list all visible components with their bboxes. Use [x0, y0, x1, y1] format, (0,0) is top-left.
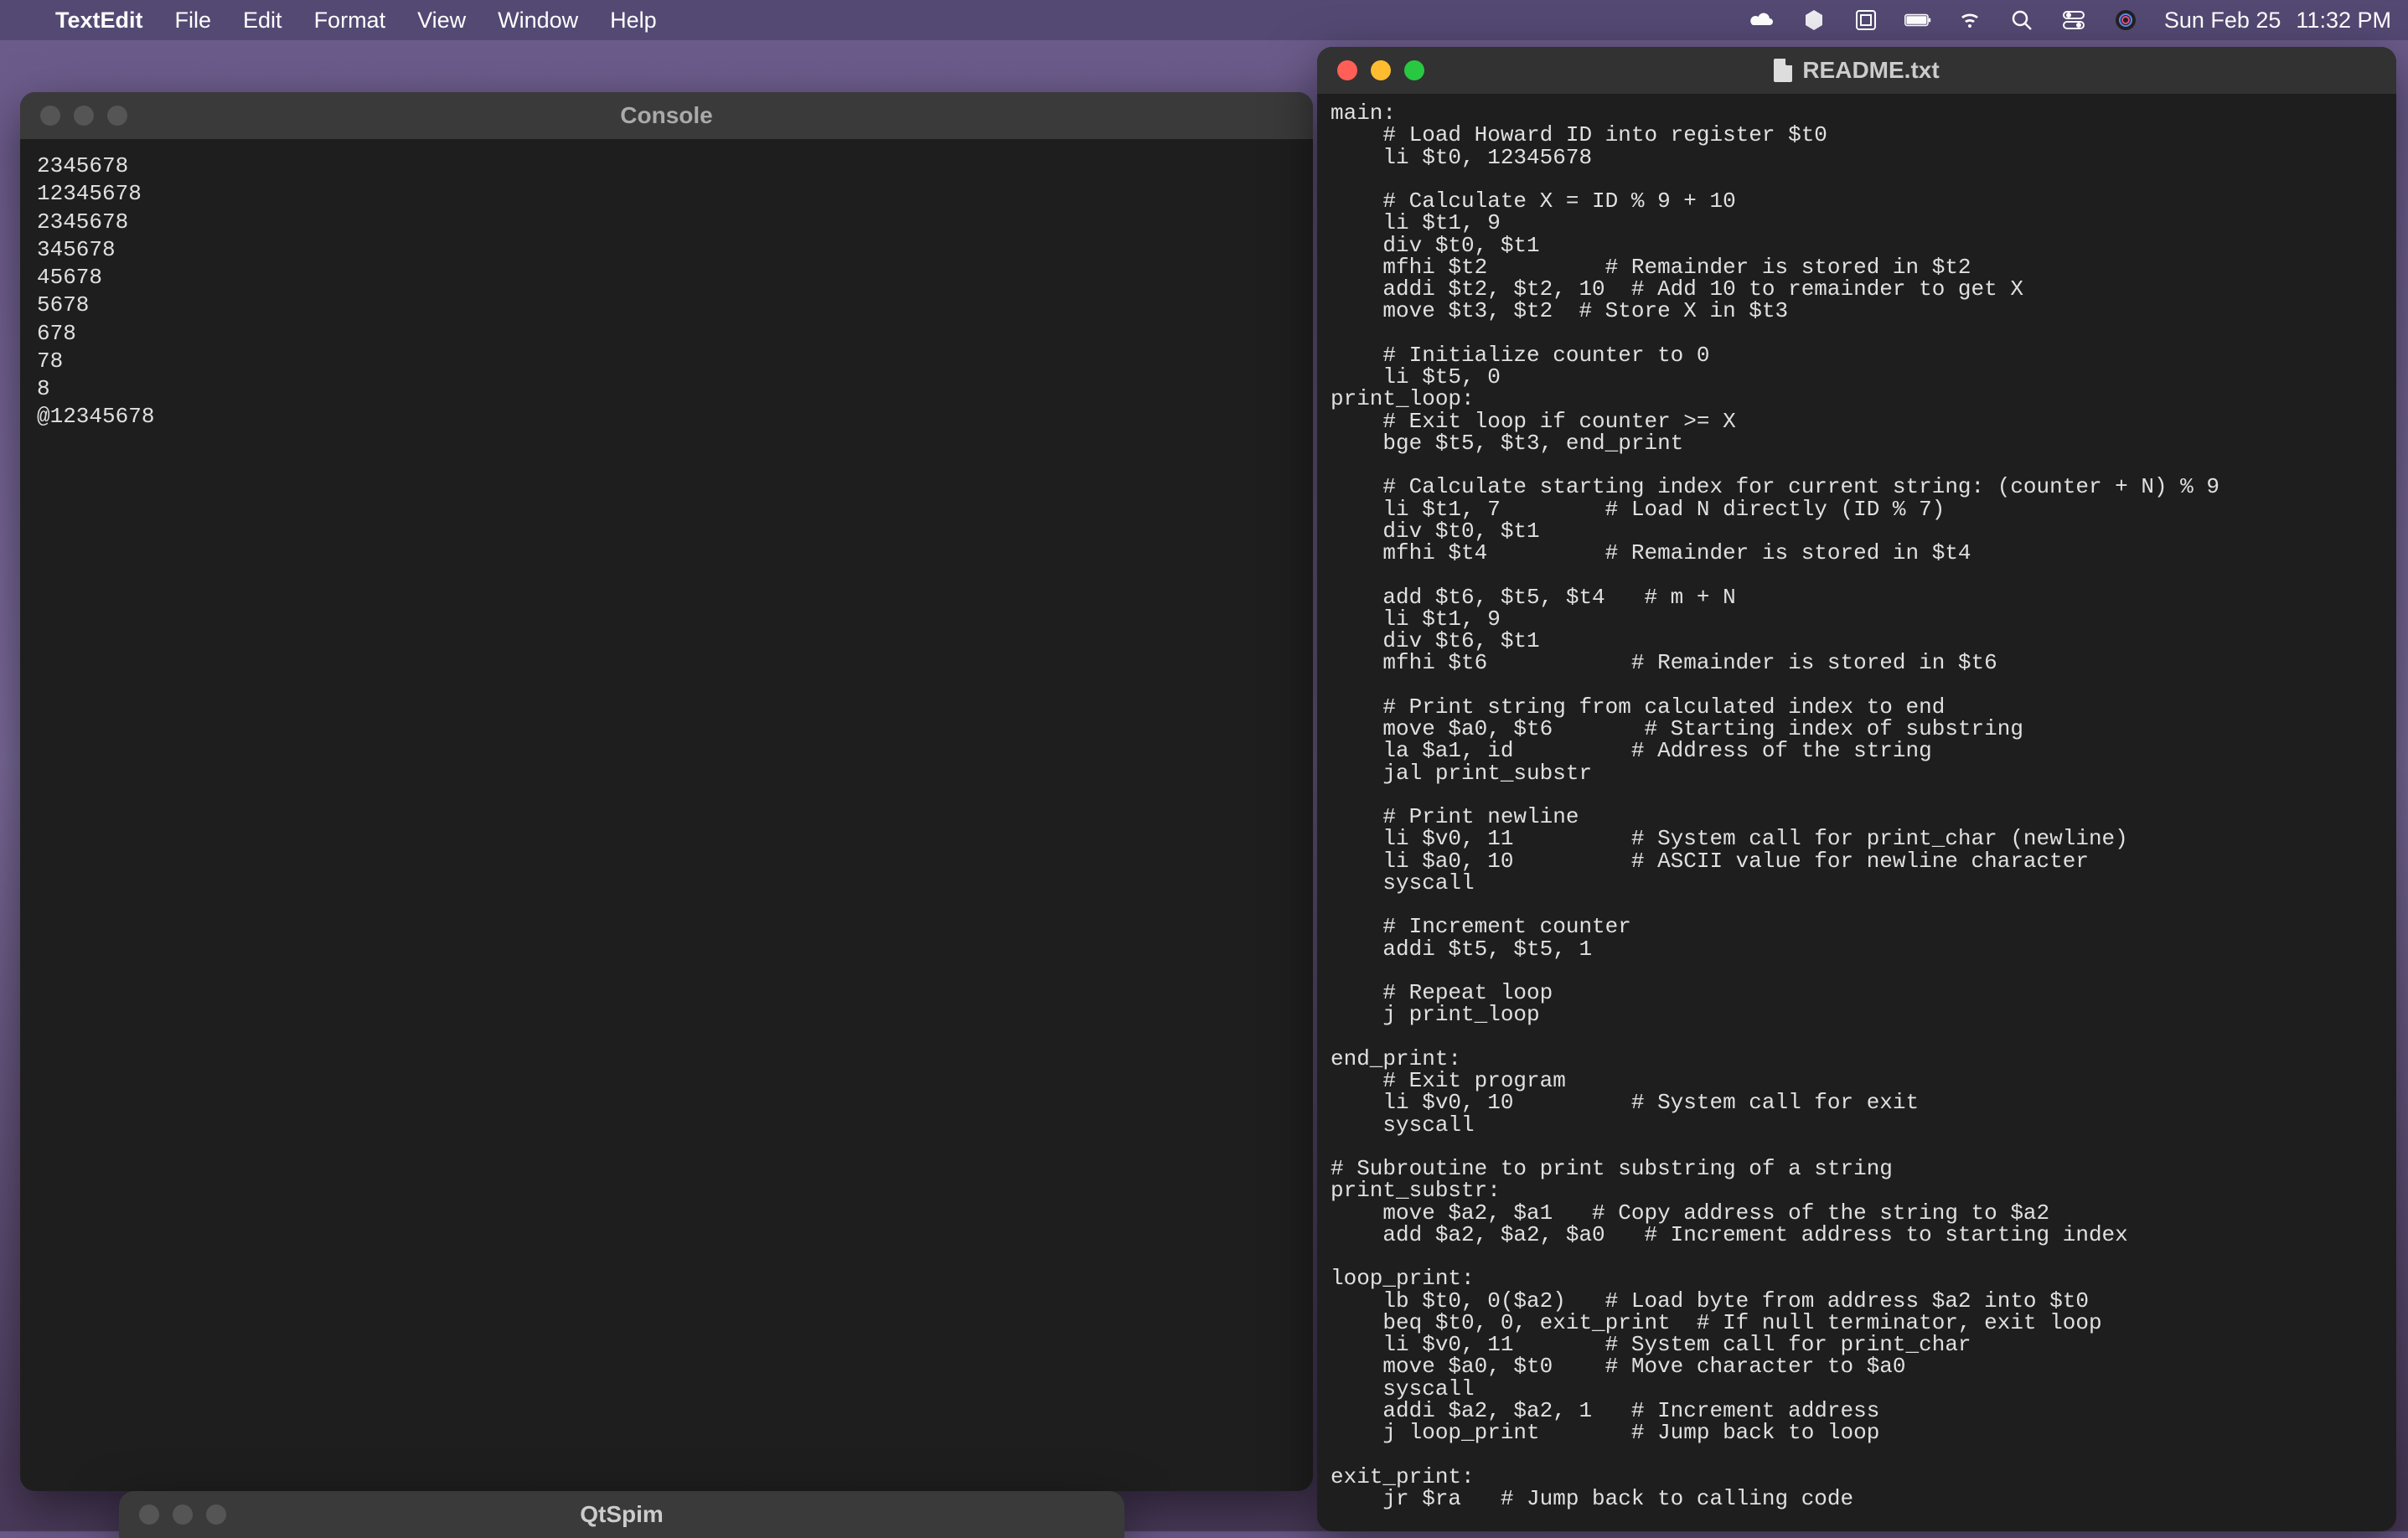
minimize-button[interactable] — [1371, 60, 1391, 80]
menu-file[interactable]: File — [175, 8, 212, 34]
textedit-titlebar[interactable]: README.txt — [1317, 47, 2396, 94]
close-button[interactable] — [139, 1504, 159, 1525]
close-button[interactable] — [1337, 60, 1357, 80]
menubar: TextEdit File Edit Format View Window He… — [0, 0, 2408, 40]
textedit-title: README.txt — [1774, 57, 1939, 84]
app-name[interactable]: TextEdit — [55, 8, 143, 34]
menu-help[interactable]: Help — [610, 8, 657, 34]
minimize-button[interactable] — [173, 1504, 193, 1525]
app-icon-1[interactable] — [1801, 7, 1827, 34]
cloud-icon[interactable] — [1749, 7, 1775, 34]
maximize-button[interactable] — [206, 1504, 226, 1525]
control-center-icon[interactable] — [2060, 7, 2087, 34]
console-titlebar[interactable]: Console — [20, 92, 1313, 139]
time: 11:32 PM — [2296, 8, 2391, 34]
console-title: Console — [620, 102, 712, 129]
qtspim-traffic-lights — [139, 1504, 226, 1525]
menubar-left: TextEdit File Edit Format View Window He… — [17, 8, 657, 34]
siri-icon[interactable] — [2112, 7, 2139, 34]
app-icon-2[interactable] — [1853, 7, 1879, 34]
console-window: Console 2345678 12345678 2345678 345678 … — [20, 92, 1313, 1491]
console-traffic-lights — [40, 106, 127, 126]
maximize-button[interactable] — [1404, 60, 1424, 80]
menubar-right: Sun Feb 25 11:32 PM — [1749, 7, 2391, 34]
date: Sun Feb 25 — [2164, 8, 2281, 34]
console-content[interactable]: 2345678 12345678 2345678 345678 45678 56… — [20, 139, 1313, 445]
battery-icon[interactable] — [1904, 7, 1931, 34]
maximize-button[interactable] — [107, 106, 127, 126]
textedit-traffic-lights — [1337, 60, 1424, 80]
close-button[interactable] — [40, 106, 60, 126]
qtspim-title: QtSpim — [580, 1501, 664, 1528]
textedit-window: README.txt main: # Load Howard ID into r… — [1317, 47, 2396, 1531]
search-icon[interactable] — [2008, 7, 2035, 34]
minimize-button[interactable] — [74, 106, 94, 126]
textedit-content[interactable]: main: # Load Howard ID into register $t0… — [1317, 94, 2396, 1518]
menu-view[interactable]: View — [417, 8, 466, 34]
datetime[interactable]: Sun Feb 25 11:32 PM — [2164, 8, 2391, 34]
menu-window[interactable]: Window — [498, 8, 578, 34]
wifi-icon[interactable] — [1956, 7, 1983, 34]
textedit-filename: README.txt — [1802, 57, 1939, 84]
document-icon — [1774, 59, 1792, 82]
menu-edit[interactable]: Edit — [243, 8, 282, 34]
menu-format[interactable]: Format — [314, 8, 386, 34]
